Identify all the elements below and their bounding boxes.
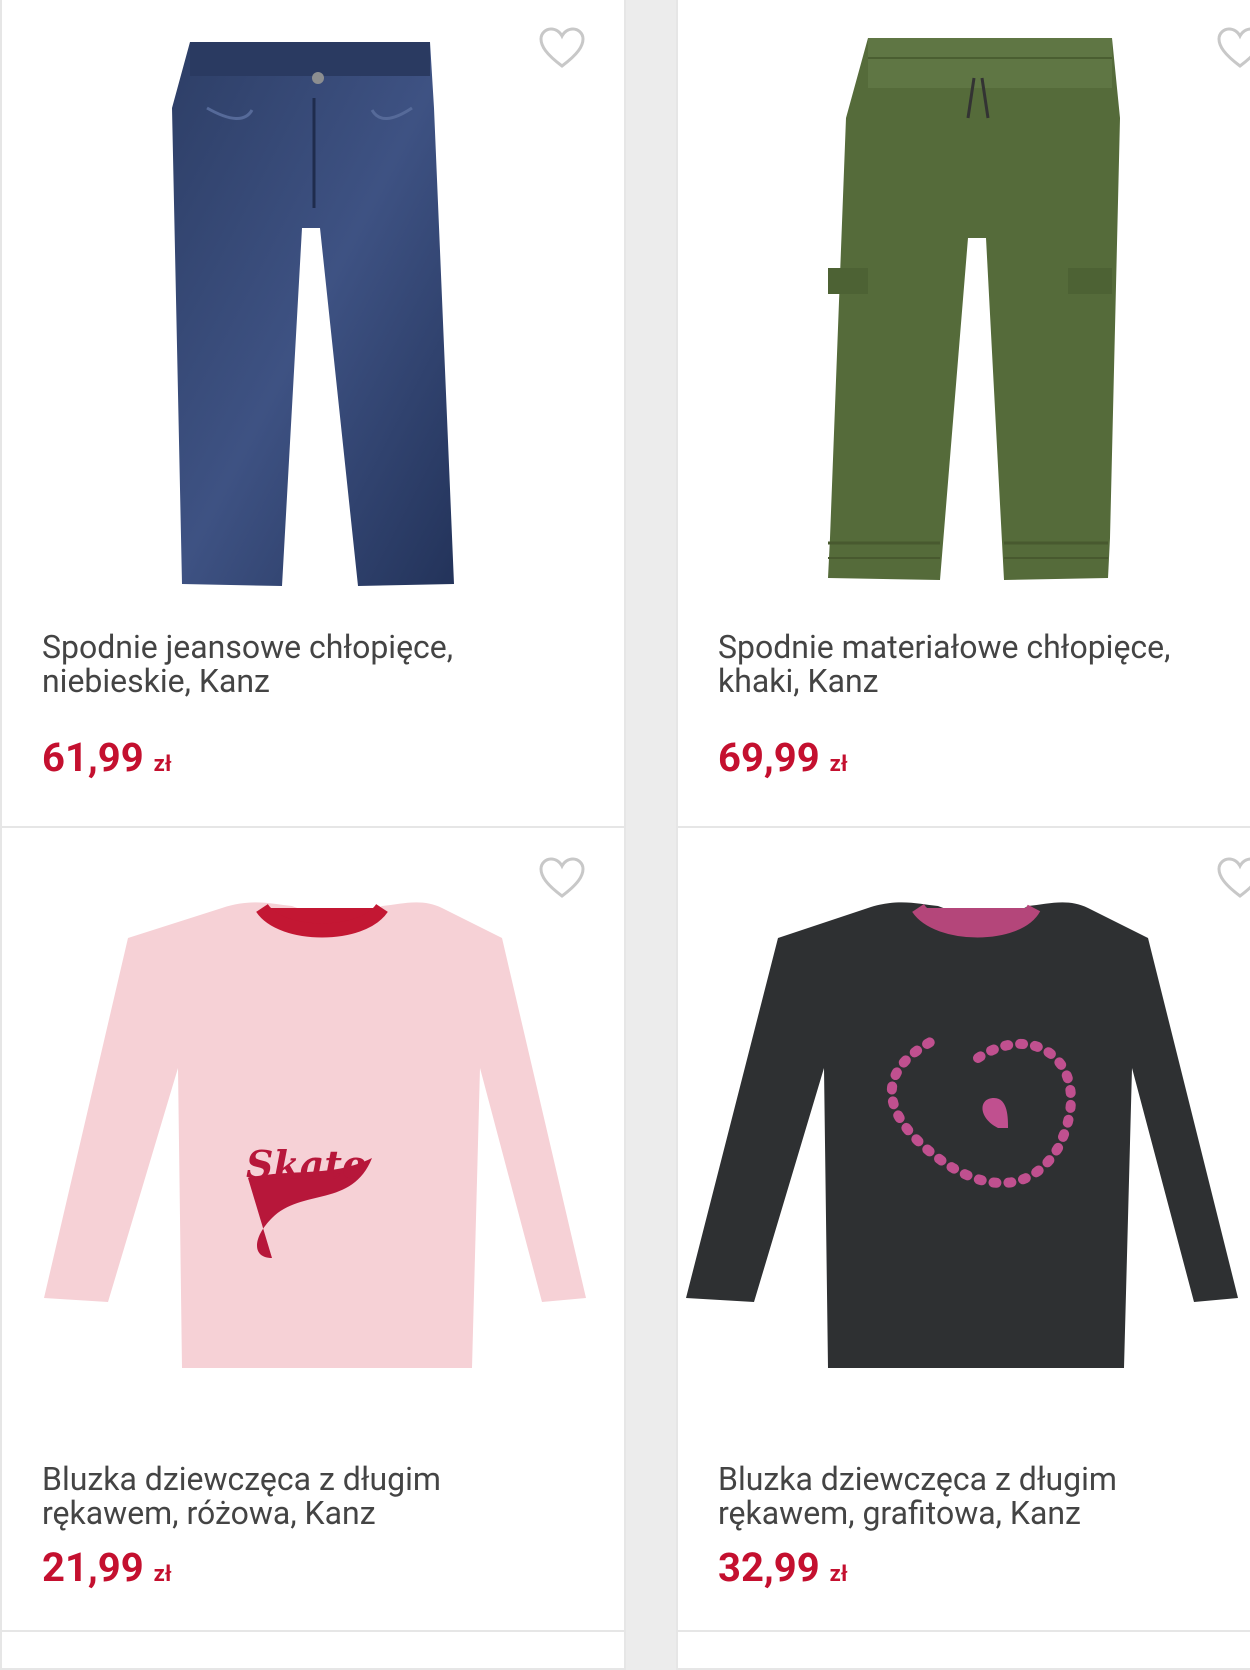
- price-amount: 32,99: [718, 1544, 820, 1591]
- product-price: 61,99 zł: [42, 734, 172, 781]
- favorite-heart-icon[interactable]: [538, 856, 586, 900]
- product-card[interactable]: Skate Bluzka dziewczęca z długim rękawem…: [0, 826, 626, 1634]
- favorite-heart-icon[interactable]: [1216, 26, 1250, 70]
- product-card[interactable]: Spodnie jeansowe chłopięce, niebieskie, …: [0, 0, 626, 828]
- price-amount: 61,99: [42, 734, 144, 781]
- product-card-partial[interactable]: [0, 1630, 626, 1670]
- product-name[interactable]: Bluzka dziewczęca z długim rękawem, różo…: [42, 1462, 562, 1530]
- product-card[interactable]: Spodnie materiałowe chłopięce, khaki, Ka…: [676, 0, 1250, 828]
- price-currency: zł: [153, 752, 172, 777]
- product-grid: Spodnie jeansowe chłopięce, niebieskie, …: [0, 0, 1250, 1670]
- product-name[interactable]: Spodnie materiałowe chłopięce, khaki, Ka…: [718, 630, 1238, 698]
- price-currency: zł: [829, 1562, 848, 1587]
- favorite-heart-icon[interactable]: [538, 26, 586, 70]
- price-amount: 21,99: [42, 1544, 144, 1591]
- product-image-graphite-shirt[interactable]: [678, 828, 1250, 1448]
- product-name[interactable]: Spodnie jeansowe chłopięce, niebieskie, …: [42, 630, 562, 698]
- product-price: 69,99 zł: [718, 734, 848, 781]
- shirt-print-text: Skate: [246, 1142, 366, 1187]
- product-name[interactable]: Bluzka dziewczęca z długim rękawem, graf…: [718, 1462, 1238, 1530]
- price-currency: zł: [829, 752, 848, 777]
- product-card-partial[interactable]: [676, 1630, 1250, 1670]
- product-image-khaki-pants[interactable]: [678, 0, 1250, 618]
- product-price: 21,99 zł: [42, 1544, 172, 1591]
- product-image-pink-shirt[interactable]: Skate: [2, 828, 624, 1448]
- product-card[interactable]: Bluzka dziewczęca z długim rękawem, graf…: [676, 826, 1250, 1634]
- price-amount: 69,99: [718, 734, 820, 781]
- favorite-heart-icon[interactable]: [1216, 856, 1250, 900]
- product-image-blue-jeans[interactable]: [2, 0, 624, 618]
- product-price: 32,99 zł: [718, 1544, 848, 1591]
- price-currency: zł: [153, 1562, 172, 1587]
